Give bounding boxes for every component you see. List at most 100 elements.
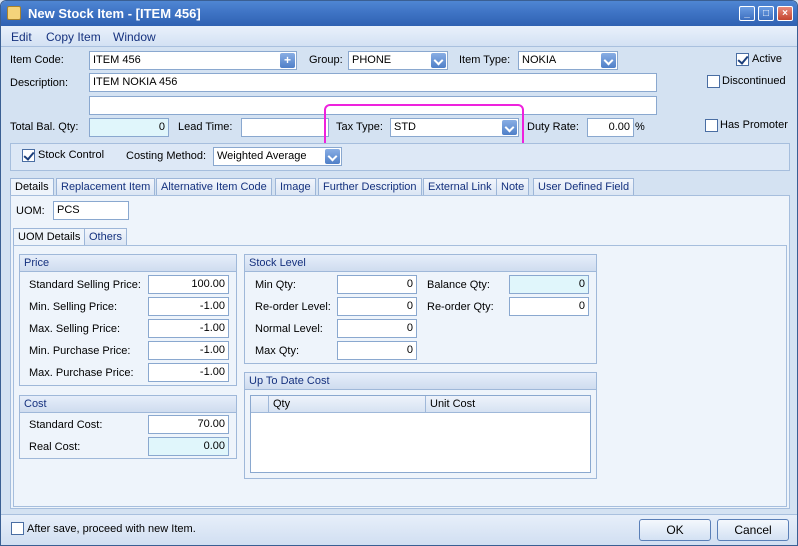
grid-row-selector-header <box>251 396 269 413</box>
ok-button[interactable]: OK <box>639 519 711 541</box>
stock-control-checkbox[interactable] <box>22 149 35 162</box>
min-selling-price-label: Min. Selling Price: <box>29 301 118 313</box>
tab-image[interactable]: Image <box>275 178 316 195</box>
reorder-qty-input[interactable]: 0 <box>509 297 589 316</box>
has-promoter-checkbox[interactable] <box>705 119 718 132</box>
tab-external-link[interactable]: External Link <box>423 178 497 195</box>
uom-input[interactable]: PCS <box>53 201 129 220</box>
menu-bar: Edit Copy Item Window <box>1 26 797 47</box>
subtab-uom-details[interactable]: UOM Details <box>13 228 86 246</box>
item-type-value: NOKIA <box>522 54 557 66</box>
item-type-select[interactable]: NOKIA <box>518 51 618 70</box>
min-purchase-price-label: Min. Purchase Price: <box>29 345 131 357</box>
duty-rate-input[interactable]: 0.00 <box>587 118 634 137</box>
min-purchase-price-value: -1.00 <box>199 344 225 356</box>
duty-rate-unit: % <box>635 121 645 133</box>
discontinued-label: Discontinued <box>722 75 786 87</box>
standard-selling-price-input[interactable]: 100.00 <box>148 275 229 294</box>
description-value: ITEM NOKIA 456 <box>93 76 178 88</box>
standard-selling-price-value: 100.00 <box>191 278 225 290</box>
real-cost-value: 0.00 <box>203 440 225 452</box>
price-group-title: Price <box>20 255 236 272</box>
cost-group-title: Cost <box>20 396 236 413</box>
group-dropdown-icon[interactable] <box>431 53 446 68</box>
normal-level-value: 0 <box>406 322 413 334</box>
tab-note[interactable]: Note <box>496 178 530 195</box>
reorder-qty-value: 0 <box>578 300 585 312</box>
up-to-date-cost-title: Up To Date Cost <box>245 373 596 390</box>
balance-qty-field: 0 <box>509 275 589 294</box>
minimize-button[interactable]: _ <box>739 6 755 21</box>
close-button[interactable]: × <box>777 6 793 21</box>
menu-window[interactable]: Window <box>113 30 156 44</box>
discontinued-checkbox[interactable] <box>707 75 720 88</box>
max-selling-price-input[interactable]: -1.00 <box>148 319 229 338</box>
has-promoter-label: Has Promoter <box>720 119 788 131</box>
item-type-dropdown-icon[interactable] <box>601 53 616 68</box>
maximize-button[interactable]: □ <box>758 6 774 21</box>
group-label: Group: <box>309 54 343 66</box>
total-bal-qty-value: 0 <box>158 121 165 133</box>
max-purchase-price-input[interactable]: -1.00 <box>148 363 229 382</box>
standard-cost-input[interactable]: 70.00 <box>148 415 229 434</box>
cancel-button[interactable]: Cancel <box>717 519 789 541</box>
max-qty-input[interactable]: 0 <box>337 341 417 360</box>
proceed-new-item-checkbox[interactable] <box>11 522 24 535</box>
max-purchase-price-value: -1.00 <box>199 366 225 378</box>
costing-method-select[interactable]: Weighted Average <box>213 147 342 166</box>
tab-details[interactable]: Details <box>10 178 54 196</box>
up-to-date-cost-grid[interactable]: Qty Unit Cost <box>250 395 591 473</box>
tab-replacement-item[interactable]: Replacement Item <box>56 178 156 195</box>
min-qty-input[interactable]: 0 <box>337 275 417 294</box>
balance-qty-value: 0 <box>578 278 585 290</box>
costing-method-label: Costing Method: <box>126 150 207 162</box>
standard-cost-value: 70.00 <box>197 418 225 430</box>
min-selling-price-input[interactable]: -1.00 <box>148 297 229 316</box>
real-cost-field: 0.00 <box>148 437 229 456</box>
group-select[interactable]: PHONE <box>348 51 448 70</box>
group-value: PHONE <box>352 54 392 66</box>
subtab-others[interactable]: Others <box>84 228 128 245</box>
max-purchase-price-label: Max. Purchase Price: <box>29 367 134 379</box>
stock-level-group-title: Stock Level <box>245 255 596 272</box>
min-qty-value: 0 <box>406 278 413 290</box>
real-cost-label: Real Cost: <box>29 441 81 453</box>
total-bal-qty-label: Total Bal. Qty: <box>10 121 79 133</box>
duty-rate-value: 0.00 <box>608 121 630 133</box>
app-icon <box>7 6 21 20</box>
menu-copy-item[interactable]: Copy Item <box>46 30 101 44</box>
tab-further-description[interactable]: Further Description <box>318 178 422 195</box>
title-bar: New Stock Item - [ITEM 456] _ □ × <box>1 1 797 26</box>
menu-edit[interactable]: Edit <box>11 30 32 44</box>
tab-user-defined-field[interactable]: User Defined Field <box>533 178 635 195</box>
normal-level-label: Normal Level: <box>255 323 323 335</box>
description-label: Description: <box>10 77 69 89</box>
max-selling-price-value: -1.00 <box>199 322 225 334</box>
costing-method-dropdown-icon[interactable] <box>325 149 340 164</box>
reorder-level-input[interactable]: 0 <box>337 297 417 316</box>
window-title: New Stock Item - [ITEM 456] <box>28 6 201 21</box>
max-qty-label: Max Qty: <box>255 345 300 357</box>
grid-header-unit-cost[interactable]: Unit Cost <box>426 396 590 413</box>
min-qty-label: Min Qty: <box>255 279 296 291</box>
min-selling-price-value: -1.00 <box>199 300 225 312</box>
tab-alternative-item-code[interactable]: Alternative Item Code <box>156 178 272 195</box>
standard-cost-label: Standard Cost: <box>29 419 103 431</box>
standard-selling-price-label: Standard Selling Price: <box>29 279 141 291</box>
balance-qty-label: Balance Qty: <box>427 279 490 291</box>
total-bal-qty-field: 0 <box>89 118 169 137</box>
item-code-value: ITEM 456 <box>93 54 141 66</box>
duty-rate-label: Duty Rate: <box>527 121 579 133</box>
reorder-level-value: 0 <box>406 300 413 312</box>
description-input[interactable]: ITEM NOKIA 456 <box>89 73 657 92</box>
lead-time-input[interactable] <box>241 118 329 137</box>
grid-header-qty[interactable]: Qty <box>269 396 426 413</box>
active-checkbox[interactable] <box>736 53 749 66</box>
item-code-label: Item Code: <box>10 54 64 66</box>
normal-level-input[interactable]: 0 <box>337 319 417 338</box>
item-code-input[interactable]: ITEM 456 + <box>89 51 297 70</box>
add-item-code-button[interactable]: + <box>280 53 295 68</box>
max-selling-price-label: Max. Selling Price: <box>29 323 121 335</box>
max-qty-value: 0 <box>406 344 413 356</box>
min-purchase-price-input[interactable]: -1.00 <box>148 341 229 360</box>
